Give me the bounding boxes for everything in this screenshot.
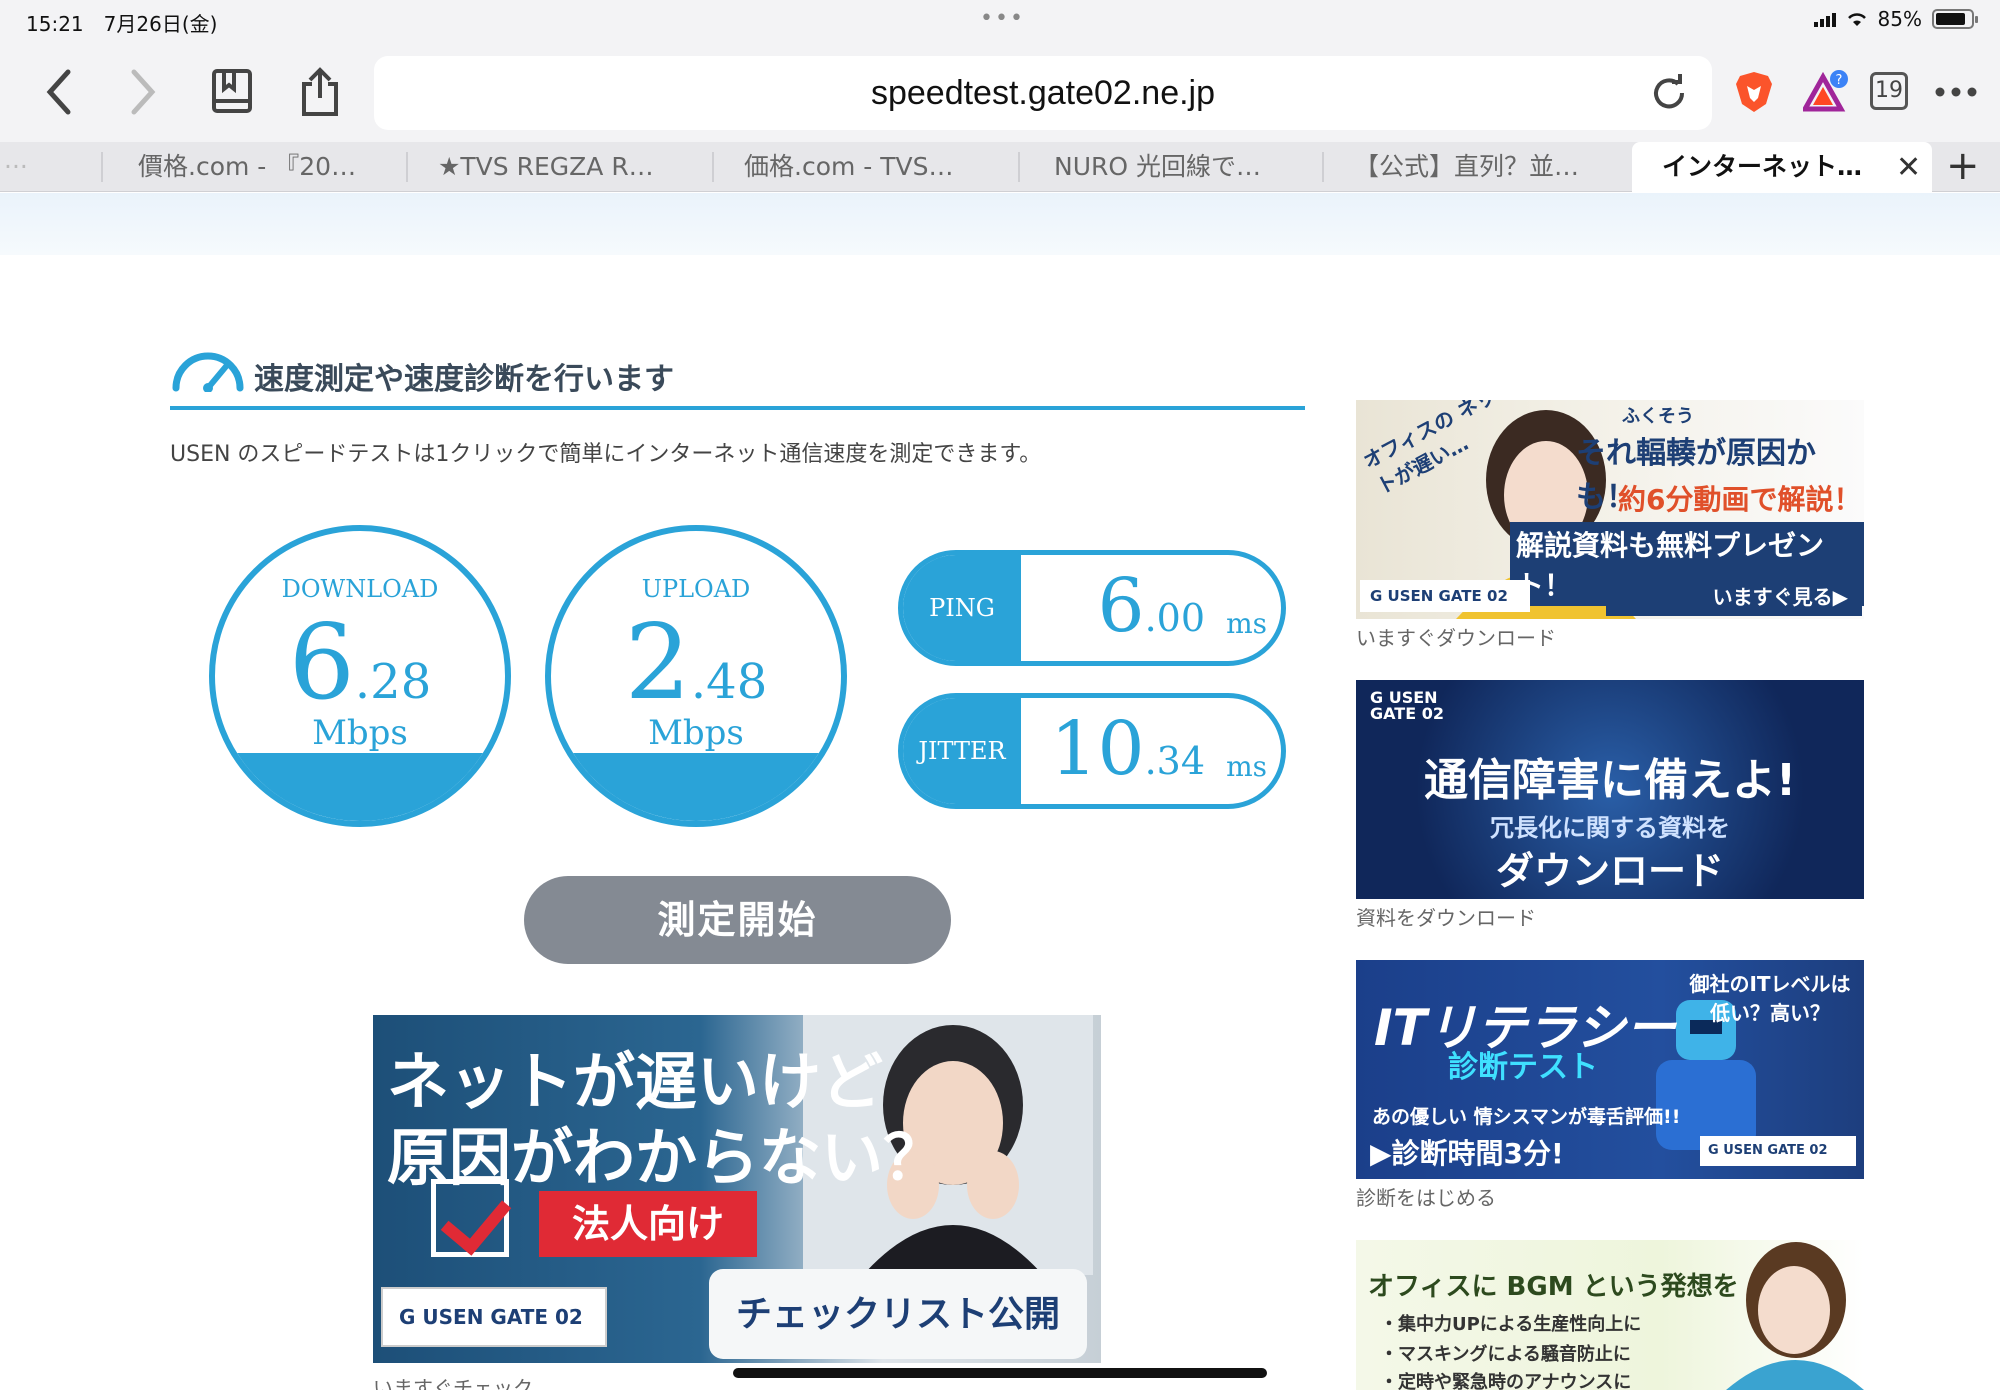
corporate-tag: 法人向け xyxy=(539,1191,757,1257)
sidebar-ad-bgm[interactable]: オフィスに BGM という発想を ・集中力UPによる生産性向上に ・マスキングに… xyxy=(1356,1240,1864,1390)
jitter-indicator: JITTER 10.34 ms xyxy=(898,693,1286,809)
battery-icon xyxy=(1932,9,1978,29)
upload-label: UPLOAD xyxy=(641,575,751,603)
ad3-time: ▶診断時間3分! xyxy=(1370,1137,1564,1170)
more-icon[interactable] xyxy=(1926,62,1986,122)
ad4-bullet-1: ・集中力UPによる生産性向上に xyxy=(1380,1314,1642,1335)
ad4-bullet-2: ・マスキングによる騒音防止に xyxy=(1380,1344,1631,1365)
ad3-corner: 御社のITレベルは 低い？高い？ xyxy=(1689,972,1851,1025)
tab-close-icon[interactable]: ✕ xyxy=(1896,150,1921,185)
ad2-headline: 通信障害に備えよ! xyxy=(1423,755,1797,806)
cellular-signal-icon xyxy=(1813,11,1836,27)
jitter-unit: ms xyxy=(1226,750,1267,783)
ad1-text-d: 約6分動画で解説！ xyxy=(1618,483,1862,516)
upload-value: 2.48 xyxy=(624,601,768,723)
brave-rewards-icon[interactable]: ? xyxy=(1796,62,1856,122)
ad2-sub1: 冗長化に関する資料を xyxy=(1490,814,1730,842)
download-unit: Mbps xyxy=(312,713,408,753)
status-bar: 15:21 7月26日(金) ••• 85% xyxy=(0,0,2000,42)
usen-gate-logo: G USEN GATE 02 xyxy=(381,1287,607,1347)
tab-nuro[interactable]: NURO 光回線で… xyxy=(1024,142,1324,192)
tab-bar: ··· 價格.com - 『20… ★TVS REGZA R… 価格.com -… xyxy=(0,142,2000,192)
download-label: DOWNLOAD xyxy=(281,575,439,603)
ad1-caption[interactable]: いますぐダウンロード xyxy=(1356,622,1556,651)
battery-percent: 85% xyxy=(1877,7,1922,31)
usen-gate-logo: G USEN GATE 02 xyxy=(1370,688,1444,723)
description-text: USEN のスピードテストは1クリックで簡単にインターネット通信速度を測定できま… xyxy=(170,442,1042,467)
ad1-cta: いますぐ見る▶ xyxy=(1606,578,1862,616)
new-tab-icon[interactable]: + xyxy=(1946,144,1980,188)
address-bar[interactable]: speedtest.gate02.ne.jp xyxy=(374,56,1712,130)
home-indicator[interactable] xyxy=(733,1368,1267,1378)
download-value: 6.28 xyxy=(288,601,432,723)
tab-kakaku-1[interactable]: 價格.com - 『20… xyxy=(108,142,408,192)
usen-gate-logo: G USEN GATE 02 xyxy=(1700,1136,1856,1166)
multitasking-dots-icon[interactable]: ••• xyxy=(980,6,1025,31)
url-text: speedtest.gate02.ne.jp xyxy=(870,74,1216,112)
tab-tvs-regza[interactable]: ★TVS REGZA R… xyxy=(408,142,713,192)
ad1-text-b: ふくそう xyxy=(1622,406,1694,427)
ping-indicator: PING 6.00 ms xyxy=(898,550,1286,666)
network-checklist-banner[interactable]: ネットが遅いけど 原因がわからない？ 法人向け G USEN GATE 02 チ… xyxy=(373,1015,1101,1363)
ad3-sub: 診断テスト xyxy=(1448,1050,1598,1085)
section-title: 速度測定や速度診断を行います xyxy=(254,362,674,397)
share-icon[interactable] xyxy=(290,62,350,122)
woman-phone-photo-icon xyxy=(1726,1242,1864,1390)
forward-icon[interactable] xyxy=(114,62,174,122)
back-icon[interactable] xyxy=(28,62,88,122)
ping-value: 6.00 xyxy=(1097,563,1205,649)
usen-gate-logo: G USEN GATE 02 xyxy=(1360,580,1530,612)
bookmarks-icon[interactable] xyxy=(202,62,262,122)
upload-unit: Mbps xyxy=(648,713,744,753)
sidebar-ad-it-literacy[interactable]: ITリテラシー 診断テスト 御社のITレベルは 低い？高い？ あの優しい 情シス… xyxy=(1356,960,1864,1179)
section-heading: 速度測定や速度診断を行います xyxy=(170,346,1305,410)
speedometer-icon xyxy=(172,352,244,392)
jitter-value: 10.34 xyxy=(1050,706,1205,792)
ping-unit: ms xyxy=(1226,607,1267,640)
tab-switcher-button[interactable]: 19 xyxy=(1870,72,1908,110)
checkbox-icon xyxy=(431,1179,509,1257)
ad4-headline: オフィスに BGM という発想を xyxy=(1368,1272,1739,1302)
checklist-cta: チェックリスト公開中！> xyxy=(709,1269,1087,1359)
ad3-line: あの優しい 情シスマンが毒舌評価!! xyxy=(1372,1106,1681,1128)
start-test-button[interactable]: 測定開始 xyxy=(524,876,951,964)
svg-text:?: ? xyxy=(1836,73,1843,88)
upload-gauge: UPLOAD 2.48 Mbps xyxy=(545,525,847,827)
sidebar-ad-congestion[interactable]: オフィスの ネットが遅い… ふくそう それ輻輳が原因かも！ 約6分動画で解説！ … xyxy=(1356,400,1864,619)
ad2-caption[interactable]: 資料をダウンロード xyxy=(1356,902,1536,931)
ad3-caption[interactable]: 診断をはじめる xyxy=(1356,1182,1496,1211)
sidebar-ad-outage[interactable]: G USEN GATE 02 通信障害に備えよ! 冗長化に関する資料を ダウンロ… xyxy=(1356,680,1864,899)
site-header-strip xyxy=(0,193,2000,255)
wifi-icon xyxy=(1847,13,1866,26)
tab-partial[interactable]: ··· xyxy=(0,142,100,192)
ad2-sub2: ダウンロード xyxy=(1495,849,1724,893)
tab-internet-active[interactable]: インターネット… xyxy=(1632,142,1932,192)
tab-kakaku-2[interactable]: 価格.com - TVS… xyxy=(714,142,1019,192)
brave-shield-icon[interactable] xyxy=(1724,62,1784,122)
browser-toolbar: speedtest.gate02.ne.jp ? 19 xyxy=(0,42,2000,142)
jitter-label: JITTER xyxy=(903,698,1021,804)
reload-icon[interactable] xyxy=(1648,72,1690,114)
tab-official[interactable]: 【公式】直列？並… xyxy=(1324,142,1624,192)
ad4-bullet-3: ・定時や緊急時のアナウンスに xyxy=(1380,1372,1632,1390)
ping-label: PING xyxy=(903,555,1021,661)
status-time: 15:21 7月26日(金) xyxy=(26,12,218,36)
download-gauge: DOWNLOAD 6.28 Mbps xyxy=(209,525,511,827)
banner-caption[interactable]: いますぐチェック xyxy=(373,1372,533,1390)
